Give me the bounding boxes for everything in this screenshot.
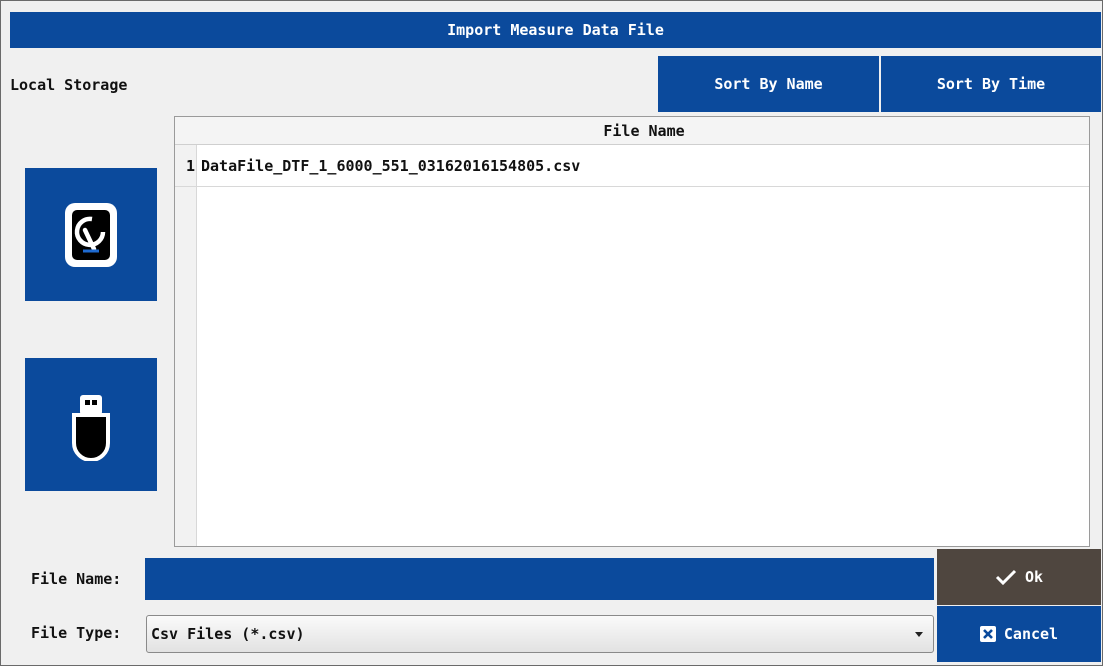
file-type-select[interactable]: Csv Files (*.csv) [146,615,934,653]
cancel-button[interactable]: Cancel [937,606,1101,662]
local-storage-button[interactable] [25,168,157,301]
row-number-column [175,145,197,546]
check-icon [995,569,1017,585]
file-name-cell: DataFile_DTF_1_6000_551_03162016154805.c… [201,156,581,175]
row-number: 1 [185,156,195,175]
file-type-value: Csv Files (*.csv) [151,625,305,643]
sort-by-time-label: Sort By Time [936,75,1046,93]
file-list-table[interactable]: File Name 1 DataFile_DTF_1_6000_551_0316… [174,116,1090,547]
table-row[interactable]: 1 DataFile_DTF_1_6000_551_03162016154805… [175,145,1089,187]
close-icon [979,626,996,642]
ok-button[interactable]: Ok [937,549,1101,605]
dialog-title-bar: Import Measure Data File [10,12,1101,48]
chevron-down-icon [915,632,923,637]
import-dialog: Import Measure Data File Local Storage S… [0,0,1103,666]
file-name-input[interactable] [145,558,934,600]
table-header-file-name[interactable]: File Name [175,117,1089,145]
hard-disk-icon [61,199,121,271]
file-type-label: File Type: [31,624,122,642]
sort-by-time-button[interactable]: Sort By Time [881,56,1101,112]
cancel-label: Cancel [1003,625,1059,643]
usb-storage-button[interactable] [25,358,157,491]
sort-by-name-label: Sort By Name [714,75,823,93]
usb-drive-icon [71,389,111,461]
ok-label: Ok [1024,568,1044,586]
file-name-label: File Name: [31,570,122,588]
storage-location-label: Local Storage [10,76,128,94]
sort-by-name-button[interactable]: Sort By Name [658,56,879,112]
dialog-title: Import Measure Data File [447,21,664,39]
